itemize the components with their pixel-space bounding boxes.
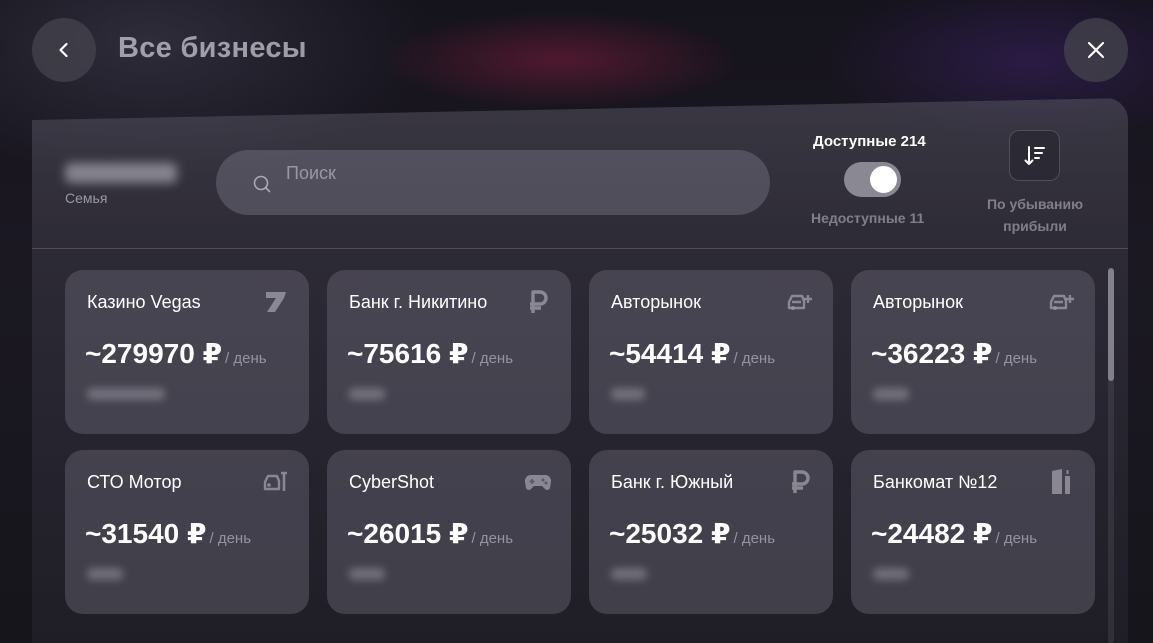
business-card[interactable]: Авторынок ~36223 ₽ / день	[851, 270, 1095, 434]
business-income: ~26015 ₽ / день	[347, 517, 513, 550]
income-value: ~36223 ₽	[871, 338, 993, 369]
search-icon	[253, 175, 271, 193]
income-value: ~54414 ₽	[609, 338, 731, 369]
business-income: ~31540 ₽ / день	[85, 517, 251, 550]
page-title: Все бизнесы	[118, 32, 307, 64]
business-name: Казино Vegas	[87, 292, 201, 312]
availability-toggle[interactable]	[844, 162, 901, 197]
business-card[interactable]: Банк г. Никитино ~75616 ₽ / день	[327, 270, 571, 434]
ruble-icon	[785, 468, 815, 496]
business-income: ~279970 ₽ / день	[85, 337, 267, 370]
income-value: ~279970 ₽	[85, 338, 223, 369]
business-name: Банк г. Южный	[611, 472, 734, 492]
business-name: Банк г. Никитино	[349, 292, 488, 312]
income-period: / день	[995, 530, 1038, 547]
owner-blurred	[87, 388, 165, 400]
scrollbar-thumb[interactable]	[1108, 268, 1114, 381]
close-icon	[1087, 41, 1105, 59]
sort-label: По убыванию прибыли	[986, 196, 1084, 234]
family-name-blurred	[65, 163, 177, 183]
income-period: / день	[733, 530, 776, 547]
income-value: ~31540 ₽	[85, 518, 207, 549]
income-period: / день	[471, 350, 514, 367]
car-wrench-icon	[261, 468, 291, 496]
owner-blurred	[873, 568, 909, 580]
income-value: ~75616 ₽	[347, 338, 469, 369]
atm-icon	[1047, 468, 1077, 496]
business-card[interactable]: Авторынок ~54414 ₽ / день	[589, 270, 833, 434]
income-period: / день	[209, 530, 252, 547]
business-income: ~54414 ₽ / день	[609, 337, 775, 370]
business-card[interactable]: СТО Мотор ~31540 ₽ / день	[65, 450, 309, 614]
income-value: ~24482 ₽	[871, 518, 993, 549]
unavailable-count-label: Недоступные 11	[811, 210, 925, 226]
business-card[interactable]: Казино Vegas ~279970 ₽ / день	[65, 270, 309, 434]
gamepad-icon	[523, 468, 553, 496]
business-name: CyberShot	[349, 472, 435, 492]
available-count-label: Доступные 214	[813, 133, 926, 150]
owner-blurred	[873, 388, 909, 400]
ruble-icon	[523, 288, 553, 316]
sort-button[interactable]	[1009, 130, 1060, 181]
owner-blurred	[611, 388, 645, 400]
owner-blurred	[87, 568, 123, 580]
income-period: / день	[733, 350, 776, 367]
owner-blurred	[349, 568, 385, 580]
income-period: / день	[995, 350, 1038, 367]
business-name: Авторынок	[611, 292, 701, 312]
income-period: / день	[225, 350, 267, 367]
sort-descending-icon	[1024, 145, 1045, 165]
family-label: Семья	[65, 190, 108, 206]
business-income: ~25032 ₽ / день	[609, 517, 775, 550]
panel-divider	[32, 248, 1128, 249]
business-card[interactable]: CyberShot ~26015 ₽ / день	[327, 450, 571, 614]
business-card[interactable]: Банк г. Южный ~25032 ₽ / день	[589, 450, 833, 614]
back-button[interactable]	[32, 18, 96, 82]
toggle-knob	[870, 166, 897, 193]
income-period: / день	[471, 530, 514, 547]
car-plus-icon	[1047, 288, 1077, 316]
income-value: ~26015 ₽	[347, 518, 469, 549]
business-income: ~75616 ₽ / день	[347, 337, 513, 370]
casino-seven-icon	[261, 288, 291, 316]
car-plus-icon	[785, 288, 815, 316]
close-button[interactable]	[1064, 18, 1128, 82]
business-income: ~36223 ₽ / день	[871, 337, 1037, 370]
business-name: СТО Мотор	[87, 472, 182, 492]
income-value: ~25032 ₽	[609, 518, 731, 549]
search-input[interactable]	[284, 159, 748, 187]
search-box[interactable]	[216, 150, 770, 215]
owner-blurred	[611, 568, 647, 580]
business-income: ~24482 ₽ / день	[871, 517, 1037, 550]
owner-blurred	[349, 388, 385, 400]
chevron-left-icon	[59, 42, 68, 58]
business-name: Банкомат №12	[873, 472, 998, 492]
business-card[interactable]: Банкомат №12 ~24482 ₽ / день	[851, 450, 1095, 614]
business-name: Авторынок	[873, 292, 963, 312]
